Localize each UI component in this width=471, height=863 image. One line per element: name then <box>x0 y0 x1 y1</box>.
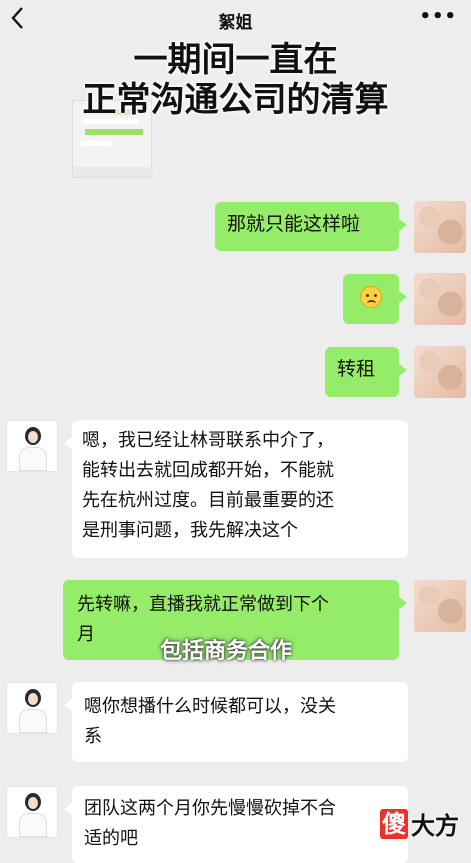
message-bubble-outgoing[interactable] <box>343 274 407 324</box>
my-avatar[interactable] <box>414 201 466 253</box>
contact-avatar[interactable] <box>6 420 58 472</box>
message-line: 团队这两个月你先慢慢砍掉不合 <box>84 798 336 819</box>
more-dots-icon[interactable]: ••• <box>419 6 457 27</box>
watermark-text: 大方 <box>411 812 459 840</box>
watermark-box: 傻 <box>380 808 408 839</box>
message-bubble-outgoing[interactable]: 转租 <box>325 347 407 397</box>
message-line: 先在杭州过度。目前最重要的还 <box>82 490 334 511</box>
message-line: 嗯，我已经让林哥联系中介了， <box>82 430 334 451</box>
message-line: 系 <box>84 726 102 747</box>
my-avatar[interactable] <box>414 580 466 632</box>
message-line: 能转出去就回成都开始，不能就 <box>82 460 334 481</box>
message-bubble-incoming[interactable]: 嗯你想播什么时候都可以，没关 系 <box>64 682 408 762</box>
message-line: 先转嘛，直播我就正常做到下个 <box>77 594 329 615</box>
message-line: 嗯你想播什么时候都可以，没关 <box>84 696 336 717</box>
message-text: 转租 <box>337 358 376 380</box>
my-avatar[interactable] <box>414 346 466 398</box>
overlay-caption-line3: 包括商务合作 <box>160 639 293 664</box>
message-bubble-incoming[interactable]: 嗯，我已经让林哥联系中介了， 能转出去就回成都开始，不能就 先在杭州过度。目前最… <box>64 420 408 558</box>
watermark-logo: 傻 大方 <box>380 806 459 841</box>
message-text: 那就只能这样啦 <box>227 213 361 235</box>
contact-avatar[interactable] <box>6 786 58 838</box>
my-avatar[interactable] <box>414 273 466 325</box>
message-line: 适的吧 <box>84 828 138 849</box>
sad-face-emoji <box>360 286 382 308</box>
message-bubble-incoming[interactable]: 团队这两个月你先慢慢砍掉不合 适的吧 <box>64 786 408 863</box>
contact-avatar[interactable] <box>6 682 58 734</box>
overlay-caption-line2: 正常沟通公司的清算 <box>82 80 389 120</box>
message-bubble-outgoing[interactable]: 那就只能这样啦 <box>215 202 407 251</box>
message-line: 是刑事问题，我先解决这个 <box>82 520 298 541</box>
chat-title: 絮姐 <box>218 13 253 33</box>
